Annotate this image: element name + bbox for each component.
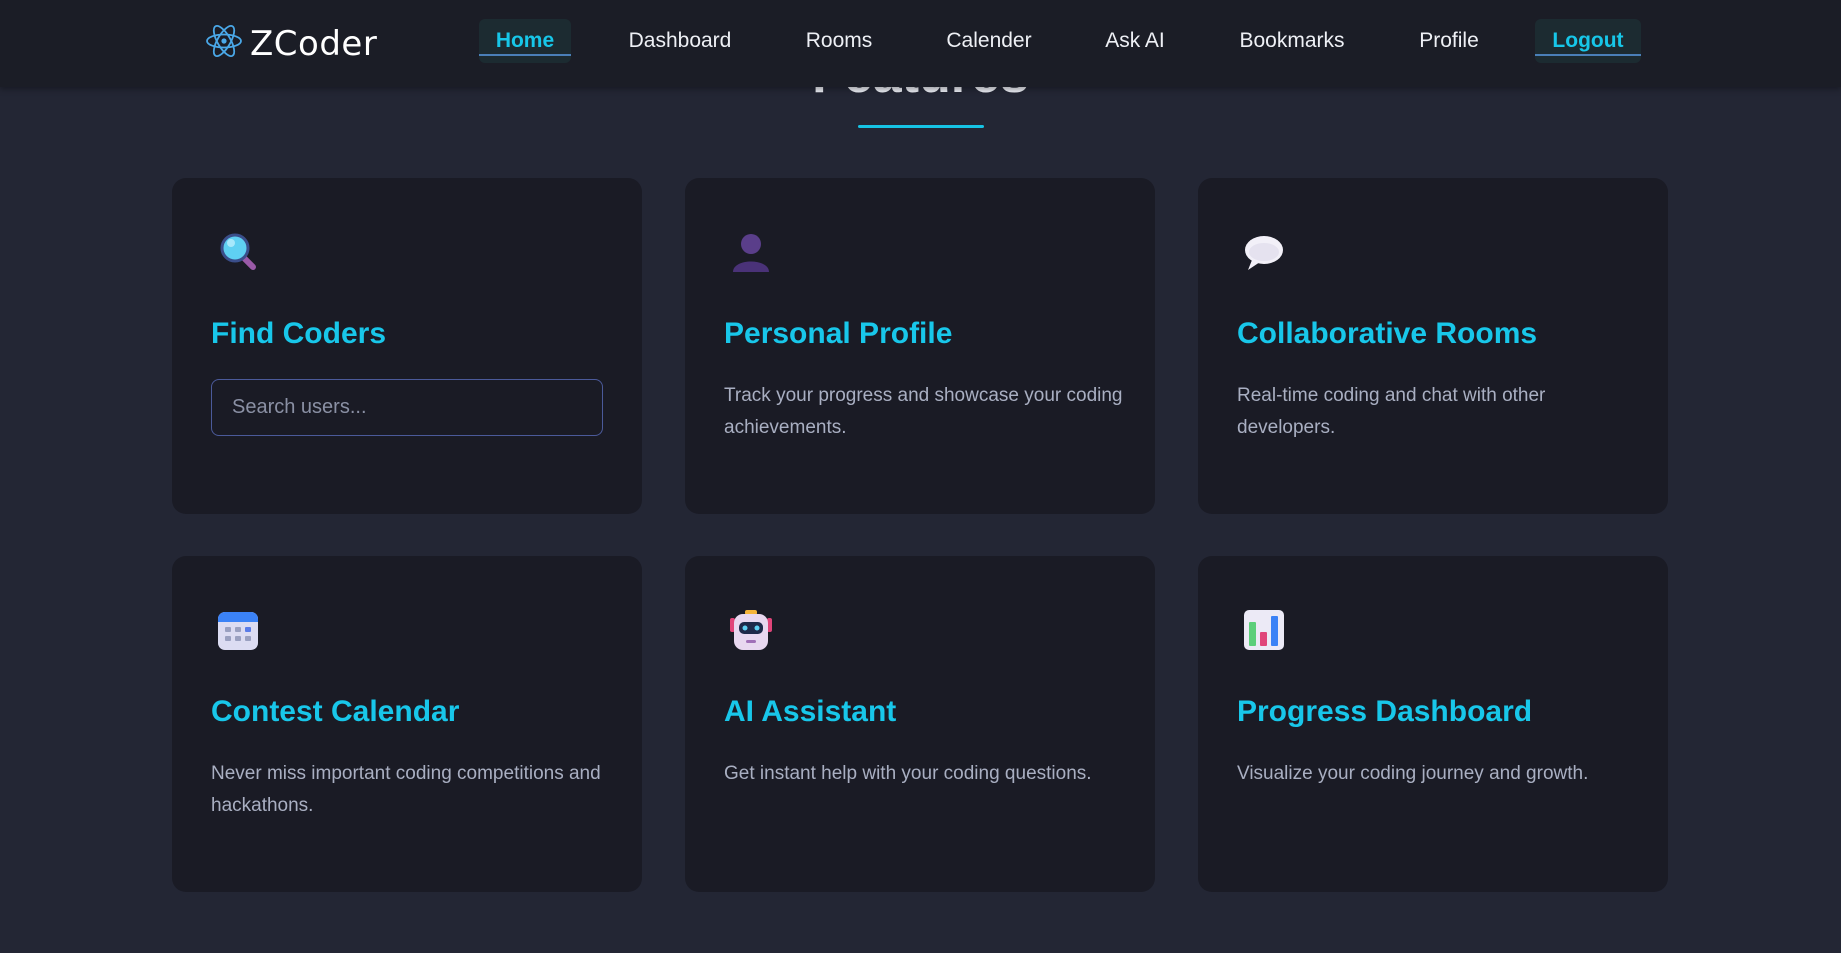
feature-description: Real-time coding and chat with other dev… (1237, 385, 1546, 438)
logout-button[interactable]: Logout (1535, 19, 1641, 63)
feature-title: Progress Dashboard (1237, 695, 1533, 728)
brand-name: ZCoder (250, 23, 378, 64)
feature-card-ai-assistant: AI Assistant Get instant help with your … (685, 556, 1155, 892)
feature-title: Personal Profile (724, 317, 953, 350)
feature-description: Get instant help with your coding questi… (724, 763, 1092, 784)
feature-card-find-coders: Find Coders (172, 178, 642, 514)
atom-icon (204, 22, 244, 65)
feature-description: Visualize your coding journey and growth… (1237, 763, 1589, 784)
top-nav-bar: ZCoder Home Dashboard Rooms Calender Ask… (0, 0, 1841, 87)
brand-logo[interactable]: ZCoder (204, 22, 377, 65)
nav-bookmarks[interactable]: Bookmarks (1231, 19, 1353, 63)
feature-description: Track your progress and showcase your co… (724, 385, 1123, 438)
page: Features ZCoder Home Dashboard Rooms Cal… (0, 0, 1841, 953)
feature-title: Find Coders (211, 317, 387, 350)
nav-profile[interactable]: Profile (1410, 19, 1488, 63)
person-silhouette-icon (729, 230, 773, 274)
feature-title: Contest Calendar (211, 695, 460, 728)
robot-icon (729, 608, 773, 652)
search-users-input[interactable] (211, 379, 603, 436)
feature-card-collaborative-rooms: Collaborative Rooms Real-time coding and… (1198, 178, 1668, 514)
bar-chart-icon (1242, 608, 1286, 652)
nav-rooms[interactable]: Rooms (795, 19, 883, 63)
feature-title: AI Assistant (724, 695, 897, 728)
nav-dashboard[interactable]: Dashboard (617, 19, 743, 63)
feature-card-personal-profile: Personal Profile Track your progress and… (685, 178, 1155, 514)
nav-calender[interactable]: Calender (937, 19, 1041, 63)
section-title-underline (858, 125, 984, 128)
feature-card-progress-dashboard: Progress Dashboard Visualize your coding… (1198, 556, 1668, 892)
feature-card-contest-calendar: Contest Calendar Never miss important co… (172, 556, 642, 892)
calendar-icon (216, 608, 260, 652)
feature-description: Never miss important coding competitions… (211, 763, 601, 816)
nav-ask-ai[interactable]: Ask AI (1098, 19, 1172, 63)
speech-bubble-icon (1242, 230, 1286, 274)
feature-title: Collaborative Rooms (1237, 317, 1538, 350)
nav-home[interactable]: Home (479, 19, 571, 63)
magnifying-glass-icon (216, 230, 260, 274)
